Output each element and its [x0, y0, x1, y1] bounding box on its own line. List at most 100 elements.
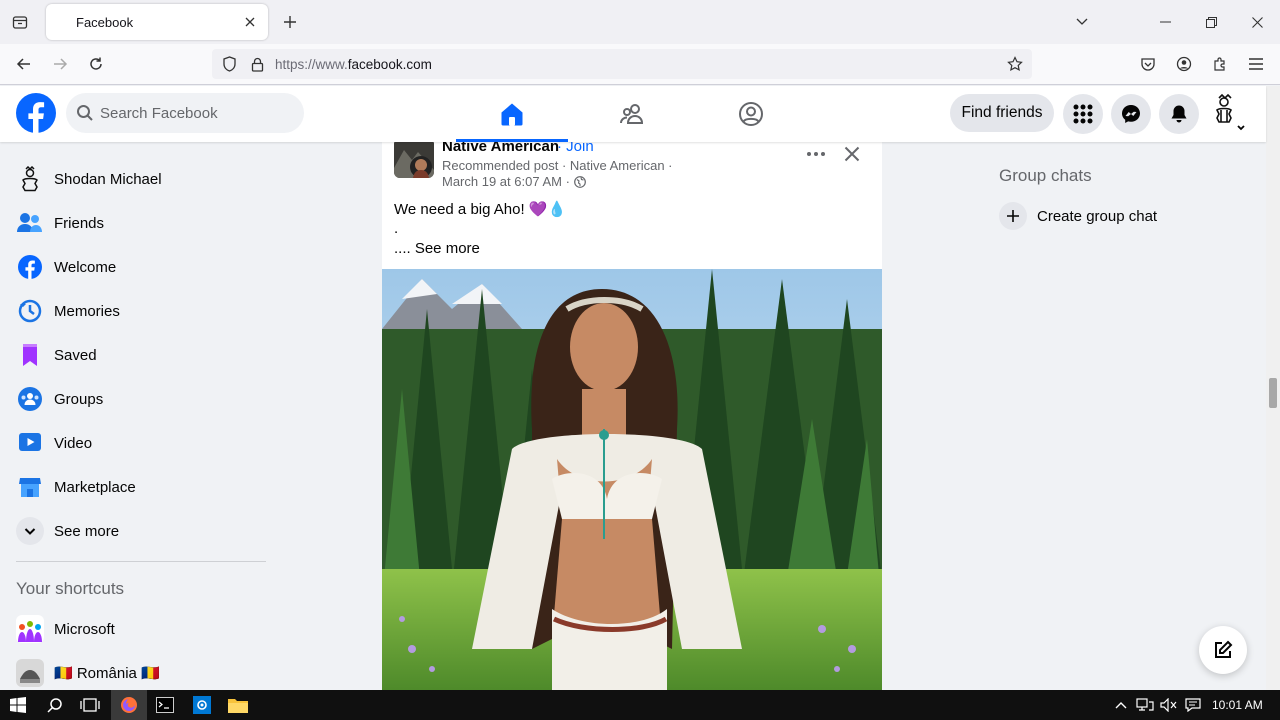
firefox-icon[interactable]	[117, 693, 141, 717]
url-bar[interactable]: https://www.facebook.com	[212, 49, 1032, 79]
shortcut-item-romania[interactable]: 🇷🇴 România 🇷🇴	[8, 651, 268, 695]
post-meta-recommended: Recommended post · Native American ·	[442, 158, 673, 173]
find-friends-button[interactable]: Find friends	[950, 94, 1054, 132]
scrollbar-thumb[interactable]	[1269, 378, 1277, 408]
url-text: https://www.facebook.com	[275, 57, 432, 72]
shortcut-item-microsoft[interactable]: Microsoft	[8, 607, 268, 651]
globe-icon	[574, 175, 586, 188]
sidebar-see-more[interactable]: See more	[8, 509, 268, 553]
account-icon[interactable]	[1171, 51, 1197, 77]
grid-icon	[1073, 104, 1093, 124]
sidebar-item-label: Friends	[54, 214, 105, 232]
clock-icon	[16, 297, 44, 325]
nav-friends[interactable]	[576, 86, 688, 142]
extensions-icon[interactable]	[1207, 51, 1233, 77]
search-icon[interactable]	[43, 693, 67, 717]
chevron-down-icon	[16, 517, 44, 545]
windows-start-icon[interactable]	[6, 693, 30, 717]
plus-icon	[999, 202, 1027, 230]
sidebar-item-marketplace[interactable]: Marketplace	[8, 465, 268, 509]
tab-title: Facebook	[76, 15, 134, 30]
feed-post: Native American · Join Recommended post …	[382, 126, 882, 690]
messenger-button[interactable]	[1111, 94, 1151, 134]
task-view-icon[interactable]	[78, 693, 102, 717]
shield-icon[interactable]	[220, 55, 238, 73]
post-date[interactable]: March 19 at 6:07 AM ·	[442, 174, 570, 189]
tab-close-icon[interactable]	[240, 12, 260, 32]
taskbar-clock[interactable]: 10:01 AM	[1212, 698, 1263, 712]
post-text: We need a big Aho! 💜💧	[394, 201, 567, 218]
post-see-more-link[interactable]: .... See more	[394, 240, 480, 257]
post-options-icon[interactable]	[804, 142, 828, 166]
group-chats-title: Group chats	[999, 166, 1092, 185]
sidebar-item-label: Shodan Michael	[54, 170, 162, 188]
close-window-icon[interactable]	[1243, 8, 1271, 36]
post-meta-date: March 19 at 6:07 AM ·	[442, 174, 586, 189]
friends-nav-icon	[620, 104, 644, 124]
sidebar-item-label: Marketplace	[54, 478, 136, 496]
tray-chevron-up-icon[interactable]	[1109, 693, 1133, 717]
sidebar-item-profile[interactable]: Shodan Michael	[8, 157, 268, 201]
lock-icon[interactable]	[248, 55, 266, 73]
terminal-icon[interactable]	[153, 693, 177, 717]
sidebar-item-video[interactable]: Video	[8, 421, 268, 465]
new-message-button[interactable]	[1199, 626, 1247, 674]
settings-app-icon[interactable]	[190, 693, 214, 717]
restore-icon[interactable]	[1197, 8, 1225, 36]
nav-home[interactable]	[456, 86, 568, 142]
volume-muted-icon[interactable]	[1157, 693, 1181, 717]
search-box[interactable]	[66, 93, 304, 133]
browser-nav-bar: https://www.facebook.com	[0, 44, 1280, 85]
post-image[interactable]	[382, 269, 882, 690]
forward-icon[interactable]	[47, 51, 73, 77]
video-icon	[16, 429, 44, 457]
action-center-icon[interactable]	[1181, 693, 1205, 717]
bell-icon	[1171, 105, 1187, 123]
sidebar-item-label: Microsoft	[54, 620, 115, 638]
profile-avatar-icon	[16, 165, 44, 193]
compose-icon	[1215, 640, 1233, 658]
browser-tab-bar: Facebook	[0, 0, 1280, 44]
facebook-header: Find friends	[0, 86, 1266, 142]
sidebar-item-welcome[interactable]: Welcome	[8, 245, 268, 289]
profile-nav-icon	[739, 102, 763, 126]
tab-list-icon[interactable]	[8, 10, 32, 34]
left-sidebar: Shodan Michael Friends Welcome Memories …	[0, 142, 280, 690]
groups-icon	[16, 385, 44, 413]
sidebar-divider	[16, 561, 266, 562]
facebook-logo-icon[interactable]	[16, 93, 56, 133]
group-avatar[interactable]	[394, 138, 434, 178]
notifications-button[interactable]	[1159, 94, 1199, 134]
sidebar-item-label: Groups	[54, 390, 104, 408]
menu-icon[interactable]	[1243, 51, 1269, 77]
create-group-chat-label: Create group chat	[1037, 207, 1158, 225]
new-tab-icon[interactable]	[278, 10, 302, 34]
bookmark-star-icon[interactable]	[1006, 55, 1024, 73]
minimize-icon[interactable]	[1151, 8, 1179, 36]
romania-group-icon	[16, 659, 44, 687]
search-input[interactable]	[100, 93, 290, 133]
sidebar-item-label: Video	[54, 434, 93, 452]
pocket-icon[interactable]	[1135, 51, 1161, 77]
page-scrollbar[interactable]	[1266, 86, 1280, 690]
network-icon[interactable]	[1133, 693, 1157, 717]
post-text-dot: .	[394, 220, 399, 237]
create-group-chat-button[interactable]: Create group chat	[999, 200, 1239, 232]
post-hide-close-icon[interactable]	[840, 142, 864, 166]
sidebar-item-friends[interactable]: Friends	[8, 201, 268, 245]
sidebar-item-groups[interactable]: Groups	[8, 377, 268, 421]
sidebar-item-memories[interactable]: Memories	[8, 289, 268, 333]
menu-grid-button[interactable]	[1063, 94, 1103, 134]
messenger-icon	[1122, 105, 1140, 123]
account-menu-button[interactable]	[1208, 92, 1248, 136]
sidebar-item-saved[interactable]: Saved	[8, 333, 268, 377]
file-explorer-icon[interactable]	[226, 693, 250, 717]
reload-icon[interactable]	[83, 51, 109, 77]
tab-facebook[interactable]: Facebook	[46, 4, 268, 40]
shortcuts-title: Your shortcuts	[16, 579, 125, 598]
sidebar-item-label: Welcome	[54, 258, 117, 276]
list-all-tabs-icon[interactable]	[1068, 8, 1096, 36]
search-icon	[77, 105, 93, 121]
nav-profile[interactable]	[695, 86, 807, 142]
back-icon[interactable]	[11, 51, 37, 77]
